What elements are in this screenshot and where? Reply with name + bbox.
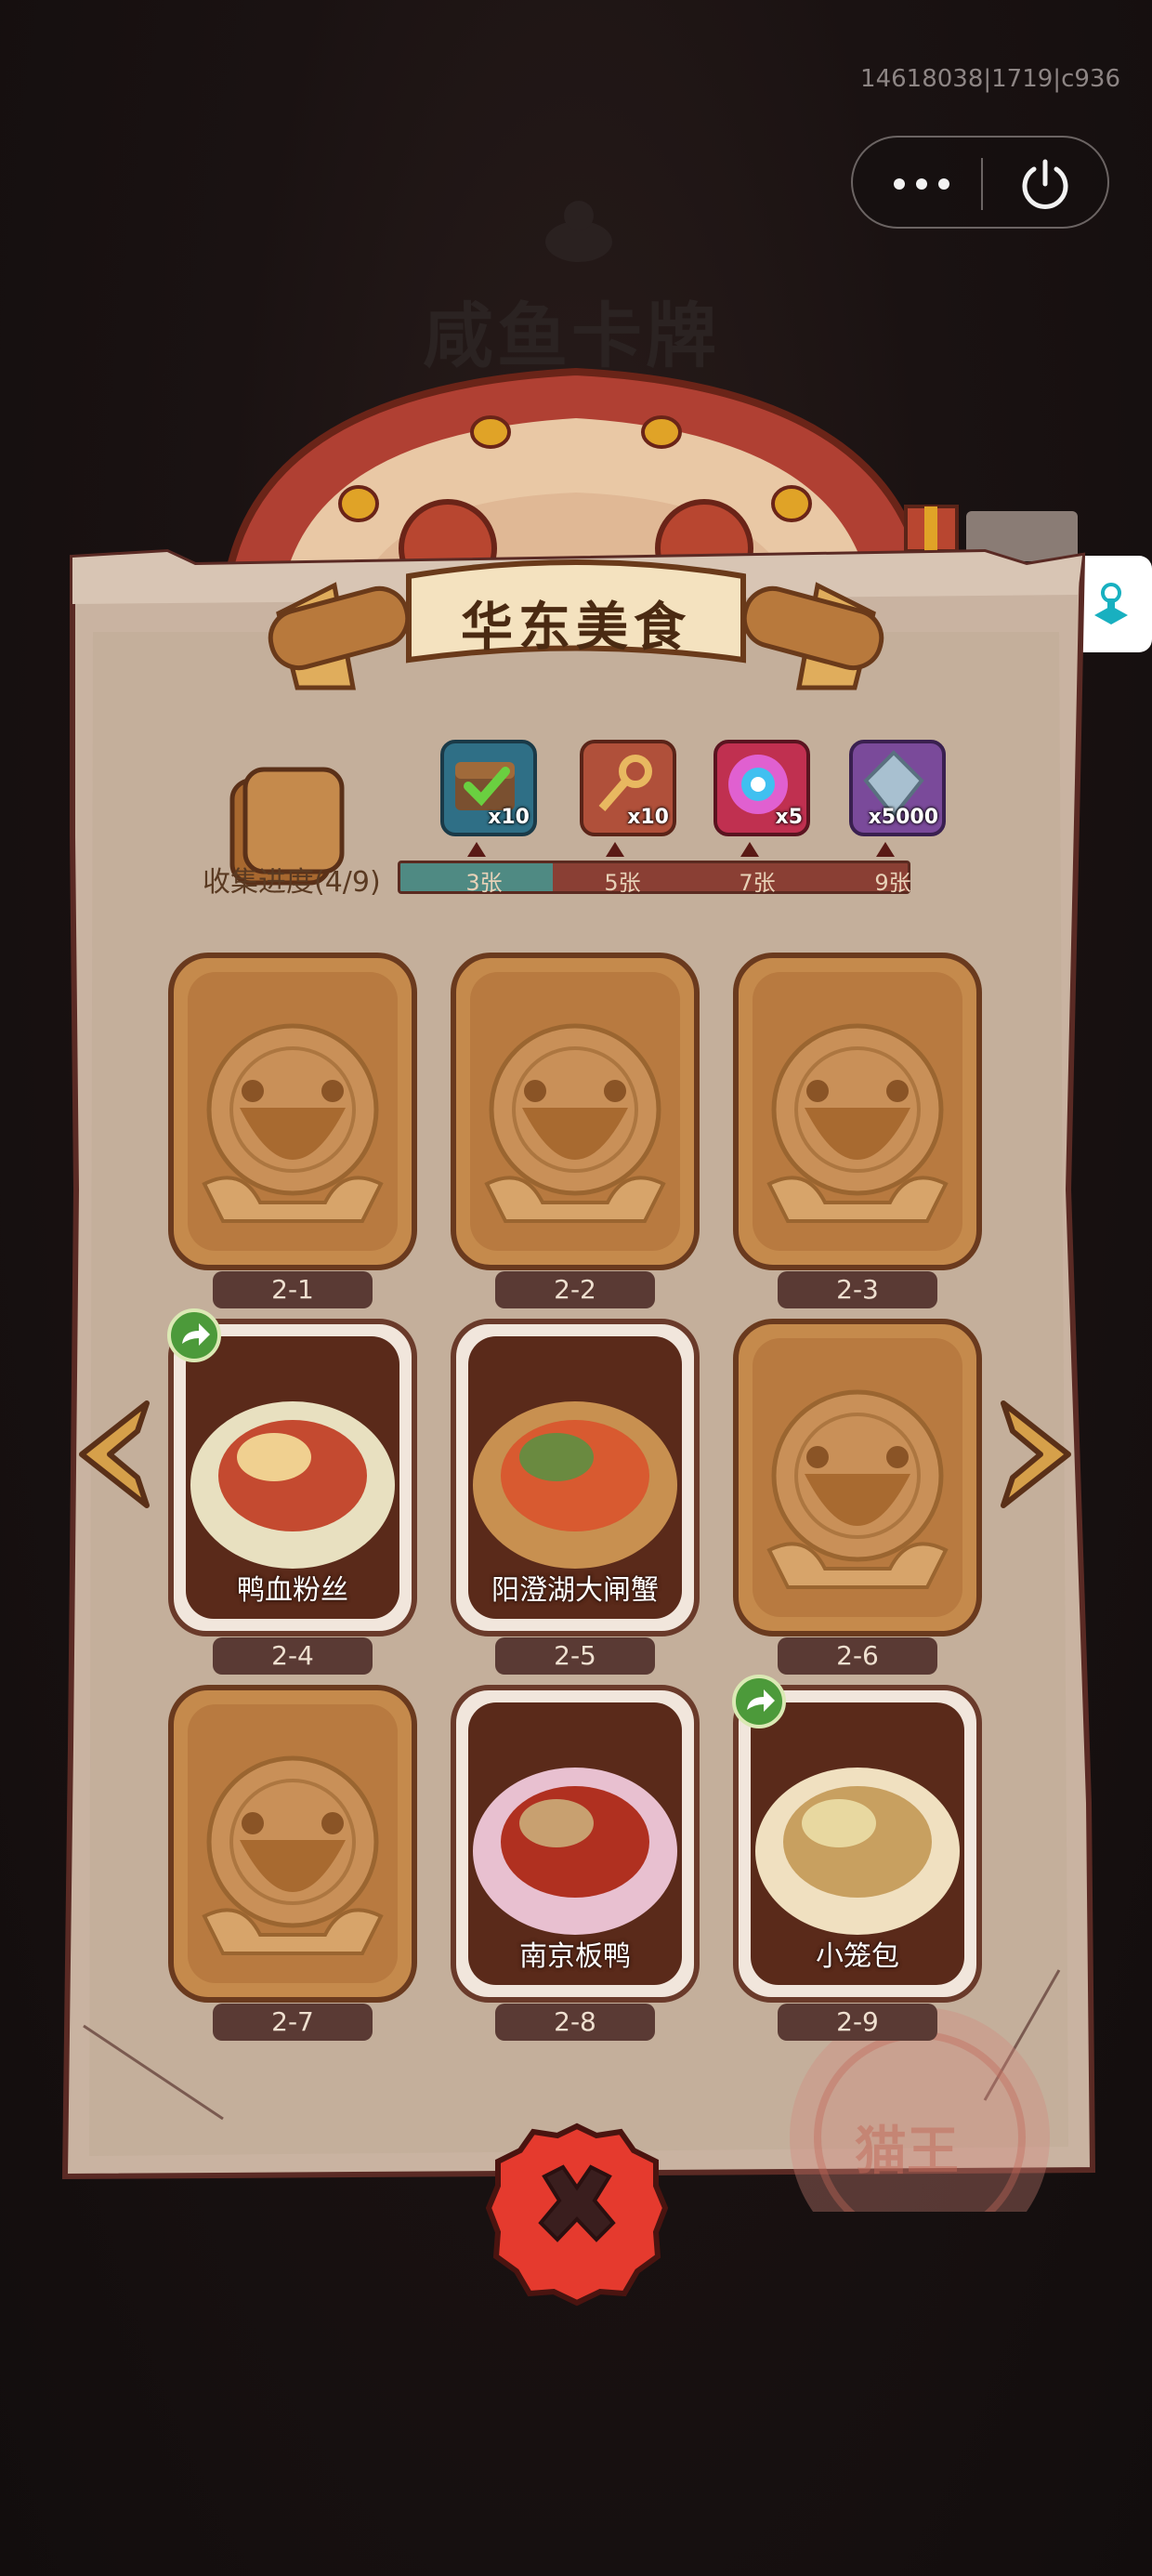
- prev-page-arrow-icon[interactable]: [72, 1394, 156, 1515]
- card-number-label: 2-1: [213, 1271, 373, 1308]
- card-number-label: 2-2: [495, 1271, 655, 1308]
- food-card-2-9[interactable]: 小笼包: [732, 1684, 983, 2004]
- dot-icon: [916, 178, 927, 190]
- capsule-divider: [981, 158, 983, 210]
- reward-quantity: x5000: [868, 806, 938, 829]
- food-card-2-7[interactable]: [167, 1684, 418, 2004]
- reward-crystal[interactable]: x5000: [849, 740, 946, 836]
- milestone-label: 9张: [874, 870, 911, 896]
- reward-chest[interactable]: x10: [440, 740, 537, 836]
- milestone-marker: [876, 842, 895, 857]
- reward-orb[interactable]: x5: [713, 740, 810, 836]
- milestone-label: 5张: [604, 870, 641, 896]
- reward-quantity: x5: [775, 806, 804, 829]
- share-button[interactable]: [732, 1675, 786, 1728]
- card-back-image: [168, 1685, 417, 2003]
- dot-icon: [938, 178, 949, 190]
- power-icon[interactable]: [1016, 156, 1074, 214]
- food-card-2-4[interactable]: 鸭血粉丝: [167, 1318, 418, 1637]
- card-back-image: [733, 1319, 982, 1636]
- fish-logo-icon: [545, 201, 612, 262]
- food-card-2-1[interactable]: [167, 952, 418, 1271]
- milestone-label: 7张: [739, 870, 776, 896]
- close-button[interactable]: [485, 2123, 669, 2307]
- mini-program-capsule: [851, 136, 1109, 229]
- milestone-label: 3张: [465, 870, 503, 896]
- card-number-label: 2-7: [213, 2004, 373, 2041]
- dot-icon: [894, 178, 905, 190]
- food-card-2-3[interactable]: [732, 952, 983, 1271]
- card-back-image: [168, 953, 417, 1270]
- card-number-label: 2-8: [495, 2004, 655, 2041]
- card-number-label: 2-4: [213, 1637, 373, 1675]
- next-page-arrow-icon[interactable]: [994, 1394, 1078, 1515]
- card-back-image: [451, 953, 700, 1270]
- card-number-label: 2-6: [778, 1637, 937, 1675]
- milestone-marker: [606, 842, 624, 857]
- panel-title: 华东美食: [461, 597, 691, 658]
- reward-quantity: x10: [488, 806, 530, 829]
- food-card-2-6[interactable]: [732, 1318, 983, 1637]
- food-name-label: 鸭血粉丝: [237, 1574, 348, 1607]
- reward-key[interactable]: x10: [580, 740, 676, 836]
- food-name-label: 南京板鸭: [519, 1940, 631, 1973]
- milestone-marker: [740, 842, 759, 857]
- share-arrow-icon: [747, 1689, 775, 1712]
- food-card-2-2[interactable]: [450, 952, 700, 1271]
- card-number-label: 2-5: [495, 1637, 655, 1675]
- food-card-2-5[interactable]: 阳澄湖大闸蟹: [450, 1318, 700, 1637]
- food-card-2-8[interactable]: 南京板鸭: [450, 1684, 700, 2004]
- food-name-label: 小笼包: [816, 1940, 899, 1973]
- session-id-text: 14618038|1719|c936: [860, 65, 1120, 93]
- milestone-marker: [467, 842, 486, 857]
- food-name-label: 阳澄湖大闸蟹: [491, 1574, 659, 1607]
- card-number-label: 2-3: [778, 1271, 937, 1308]
- share-arrow-icon: [182, 1323, 210, 1346]
- card-back-image: [733, 953, 982, 1270]
- share-button[interactable]: [167, 1308, 221, 1362]
- collection-progress-label: 收集进度(4/9): [203, 866, 381, 899]
- seal-stamp: 猫王: [855, 2121, 959, 2182]
- more-button[interactable]: [884, 162, 959, 204]
- reward-quantity: x10: [627, 806, 669, 829]
- card-number-label: 2-9: [778, 2004, 937, 2041]
